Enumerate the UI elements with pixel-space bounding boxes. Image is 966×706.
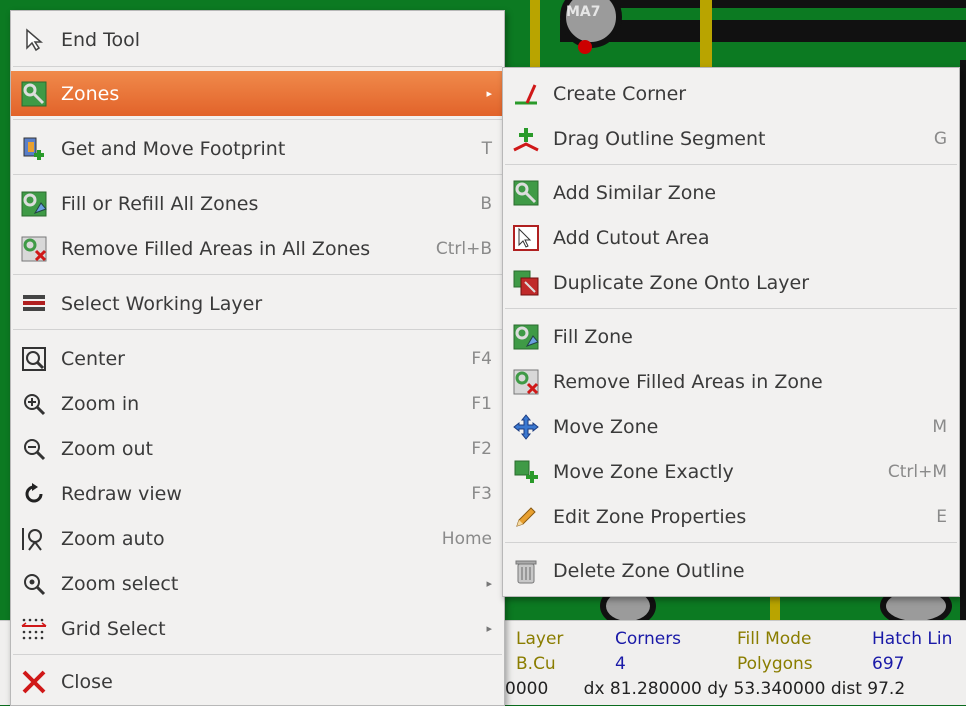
footprint-move-icon: [21, 136, 47, 162]
add-similar-zone-icon: [513, 180, 539, 206]
submenu-item-move-zone[interactable]: Move Zone M: [503, 404, 959, 449]
menu-item-redraw-view[interactable]: Redraw view F3: [11, 471, 504, 516]
unfill-zones-icon: [21, 236, 47, 262]
duplicate-zone-icon: [513, 270, 539, 296]
menu-item-zoom-out[interactable]: Zoom out F2: [11, 426, 504, 471]
center-icon: [21, 346, 47, 372]
corners-label: Corners: [615, 629, 682, 649]
layers-icon: [21, 291, 47, 317]
submenu-arrow-icon: ▸: [486, 87, 492, 100]
submenu-item-edit-zone-properties[interactable]: Edit Zone Properties E: [503, 494, 959, 539]
drag-segment-icon: [513, 126, 539, 152]
pcb-trace: [770, 595, 780, 620]
pcb-trace: [600, 0, 966, 8]
submenu-item-add-similar-zone[interactable]: Add Similar Zone: [503, 170, 959, 215]
separator: [13, 654, 502, 655]
hatch-value: 697: [872, 654, 905, 674]
close-icon: [21, 669, 47, 695]
layer-value: B.Cu: [516, 654, 556, 674]
pcb-trace: [700, 0, 712, 70]
coords-delta: dx 81.280000 dy 53.340000 dist 97.2: [583, 679, 906, 699]
cursor-icon: [21, 27, 47, 53]
zones-submenu: Create Corner Drag Outline Segment G Add…: [502, 67, 960, 597]
submenu-item-move-zone-exactly[interactable]: Move Zone Exactly Ctrl+M: [503, 449, 959, 494]
separator: [505, 542, 957, 543]
menu-item-end-tool[interactable]: End Tool: [11, 17, 504, 62]
menu-item-center[interactable]: Center F4: [11, 336, 504, 381]
corners-value: 4: [615, 654, 626, 674]
coords-left-fragment: 0000: [505, 679, 549, 699]
grid-icon: [21, 616, 47, 642]
separator: [13, 274, 502, 275]
separator: [13, 66, 502, 67]
separator: [13, 119, 502, 120]
submenu-item-create-corner[interactable]: Create Corner: [503, 71, 959, 116]
zoom-select-icon: [21, 571, 47, 597]
separator: [505, 164, 957, 165]
layer-label: Layer: [516, 629, 564, 649]
menu-item-select-working-layer[interactable]: Select Working Layer: [11, 281, 504, 326]
separator: [505, 308, 957, 309]
submenu-item-duplicate-zone[interactable]: Duplicate Zone Onto Layer: [503, 260, 959, 305]
zoom-auto-icon: [21, 526, 47, 552]
fill-mode-label: Fill Mode: [737, 629, 812, 649]
pcb-trace: [960, 60, 966, 620]
move-icon: [513, 413, 539, 440]
zoom-in-icon: [21, 391, 47, 417]
create-corner-icon: [513, 81, 539, 107]
pencil-icon: [513, 504, 539, 530]
fill-zones-icon: [21, 191, 47, 217]
menu-item-get-move-footprint[interactable]: Get and Move Footprint T: [11, 126, 504, 171]
cutout-icon: [513, 224, 539, 251]
menu-item-zoom-in[interactable]: Zoom in F1: [11, 381, 504, 426]
zone-icon: [21, 81, 47, 107]
move-exactly-icon: [513, 459, 539, 485]
submenu-item-add-cutout-area[interactable]: Add Cutout Area: [503, 215, 959, 260]
pcb-trace: [530, 0, 540, 70]
menu-item-close[interactable]: Close: [11, 659, 504, 704]
submenu-arrow-icon: ▸: [486, 577, 492, 590]
submenu-arrow-icon: ▸: [486, 622, 492, 635]
pad-label: MA7: [566, 4, 601, 20]
unfill-zone-icon: [513, 369, 539, 395]
menu-item-zoom-auto[interactable]: Zoom auto Home: [11, 516, 504, 561]
separator: [13, 329, 502, 330]
submenu-item-drag-outline-segment[interactable]: Drag Outline Segment G: [503, 116, 959, 161]
menu-item-fill-all-zones[interactable]: Fill or Refill All Zones B: [11, 181, 504, 226]
trash-icon: [513, 558, 539, 584]
menu-item-zones[interactable]: Zones ▸: [11, 71, 504, 116]
pcb-via: [578, 40, 592, 54]
zoom-out-icon: [21, 436, 47, 462]
context-menu: End Tool Zones ▸ Get and Move Footprint …: [10, 10, 505, 706]
redraw-icon: [21, 481, 47, 507]
menu-item-remove-filled-all[interactable]: Remove Filled Areas in All Zones Ctrl+B: [11, 226, 504, 271]
submenu-item-fill-zone[interactable]: Fill Zone: [503, 314, 959, 359]
menu-item-grid-select[interactable]: Grid Select ▸: [11, 606, 504, 651]
fill-mode-value: Polygons: [737, 654, 813, 674]
submenu-item-remove-filled-zone[interactable]: Remove Filled Areas in Zone: [503, 359, 959, 404]
separator: [13, 174, 502, 175]
hatch-label: Hatch Lin: [872, 629, 953, 649]
coords-readout: 0000 dx 81.280000 dy 53.340000 dist 97.2: [505, 679, 905, 699]
submenu-item-delete-zone-outline[interactable]: Delete Zone Outline: [503, 548, 959, 593]
menu-item-zoom-select[interactable]: Zoom select ▸: [11, 561, 504, 606]
fill-zone-icon: [513, 324, 539, 350]
